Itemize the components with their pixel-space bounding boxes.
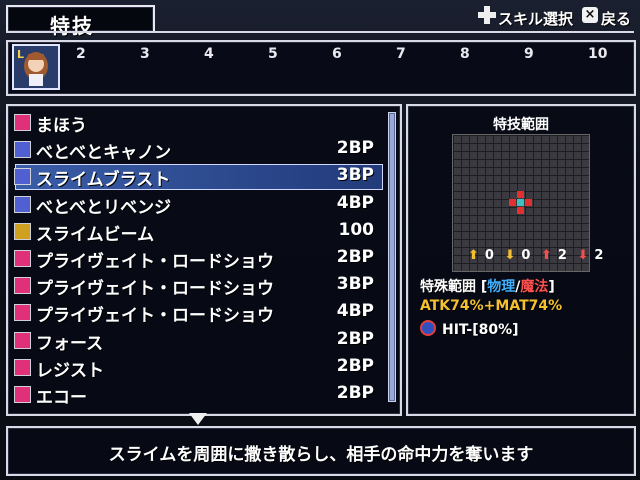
range-cell [517,191,524,198]
vo-icon [14,358,31,376]
range-cell [517,207,524,214]
party-slot-4[interactable]: 4 [204,46,214,62]
skill-name: スライムブラスト [36,170,171,191]
mod-value: 2 [594,248,604,263]
skill-name: エコー [36,388,87,408]
skill-name: スライムビーム [36,224,155,245]
skill-description: スライムを周囲に撒き散らし、相手の命中力を奪います [108,445,534,465]
skill-cost: 2BP [336,138,374,159]
back-button[interactable]: 戻る [601,8,631,29]
skill-cost: 2BP [336,355,374,376]
range-center-cell [517,199,524,206]
title-box: 特技 [6,5,155,38]
skill-cost: 2BP [336,383,374,403]
skill-name: レジスト [36,360,104,381]
skill-list-scrollbar[interactable] [388,112,396,402]
skill-cost: 3BP [336,165,374,186]
mod-value: 0 [521,248,531,263]
party-slot-9[interactable]: 9 [524,46,534,62]
skill-row[interactable]: プライヴェイト・ロードショウ 4BP [14,300,374,326]
header-divider [6,31,634,33]
party-slot-5[interactable]: 5 [268,46,278,62]
party-slot-10[interactable]: 10 [588,46,607,62]
party-slot-7[interactable]: 7 [396,46,406,62]
mod-up-red-icon: ⬆ [540,248,552,263]
cancel-button-icon: × [582,7,598,23]
dpad-icon [478,6,496,24]
party-bar: L 2 3 4 5 6 7 8 9 10 [6,40,636,96]
range-type-suffix: ] [548,279,555,295]
magic-label: 魔法 [520,279,549,295]
skill-cost: 4BP [336,301,374,322]
range-cell [525,199,532,206]
party-slot-6[interactable]: 6 [332,46,342,62]
mod-down-icon: ⬇ [504,248,516,263]
range-type-prefix: 特殊範囲 [ [420,279,488,295]
range-type-line: 特殊範囲 [物理/魔法] [420,276,555,296]
beam-icon [14,222,31,240]
skill-name: べとべとリベンジ [36,197,172,218]
skill-cost: 100 [338,219,375,240]
range-panel: 特技範囲 ⬆ 0 ⬇ 0 ⬆ 2 ⬇ 2 特殊範囲 [物理/魔法] ATK74%+MAT… [406,104,636,416]
music-icon [14,250,31,267]
hit-debuff-icon [420,320,436,336]
skill-row[interactable]: エコー 2BP [14,382,374,408]
skill-select-hint[interactable]: スキル選択 [498,8,573,29]
skill-name: べとべとキャノン [36,143,172,164]
description-panel: スライムを周囲に撒き散らし、相手の命中力を奪います [6,426,636,476]
music-plus2-icon [14,304,31,322]
skill-row[interactable]: プライヴェイト・ロードショウ 3BP [14,273,374,299]
skill-name: プライヴェイト・ロードショウ [36,252,274,272]
mod-value: 2 [557,248,567,263]
skill-blue-icon [14,141,31,159]
skill-row[interactable]: レジスト 2BP [14,355,374,381]
party-slot-1-avatar[interactable]: L [12,44,60,90]
party-slot-2[interactable]: 2 [76,46,86,62]
skill-cost: 4BP [336,192,374,213]
skill-row[interactable]: まほう [14,110,374,136]
skill-blue-icon [14,168,31,186]
skill-name: フォース [36,333,104,354]
skill-cost: 2BP [336,328,374,349]
skill-row-selected[interactable]: スライムブラスト 3BP [14,164,374,190]
party-slot-8[interactable]: 8 [460,46,470,62]
skill-row[interactable]: スライムビーム 100 [14,219,374,245]
range-title: 特技範囲 [493,117,549,133]
mod-down-red-icon: ⬇ [577,248,589,263]
mod-up-icon: ⬆ [468,248,479,263]
skill-cost: 3BP [336,274,374,295]
skill-row[interactable]: べとべとキャノン 2BP [14,137,374,163]
range-cell [509,199,516,206]
page-title: 特技 [50,14,94,38]
vo-icon [14,331,31,349]
skill-name: プライヴェイト・ロードショウ [36,279,274,300]
skill-cost: 2BP [336,247,374,267]
music-plus1-icon [14,277,31,295]
skill-name: プライヴェイト・ロードショウ [36,306,274,327]
scroll-down-arrow-icon[interactable] [189,413,207,425]
skill-blue-icon [14,195,31,213]
leader-badge: L [17,48,25,61]
vo-icon [14,386,31,403]
scrollbar-thumb[interactable] [390,114,394,400]
magic-book-icon [14,114,31,131]
skill-name: まほう [36,116,87,136]
skill-row[interactable]: べとべとリベンジ 4BP [14,192,374,218]
range-modifiers: ⬆ 0 ⬇ 0 ⬆ 2 ⬇ 2 [468,248,609,263]
mod-value: 0 [484,248,494,263]
atk-formula: ATK74%+MAT74% [420,298,563,314]
skill-row[interactable]: フォース 2BP [14,328,374,354]
physical-label: 物理 [487,279,516,295]
party-slot-3[interactable]: 3 [140,46,150,62]
skill-row[interactable]: プライヴェイト・ロードショウ 2BP [14,246,374,272]
hit-modifier: HIT-[80%] [442,322,519,338]
